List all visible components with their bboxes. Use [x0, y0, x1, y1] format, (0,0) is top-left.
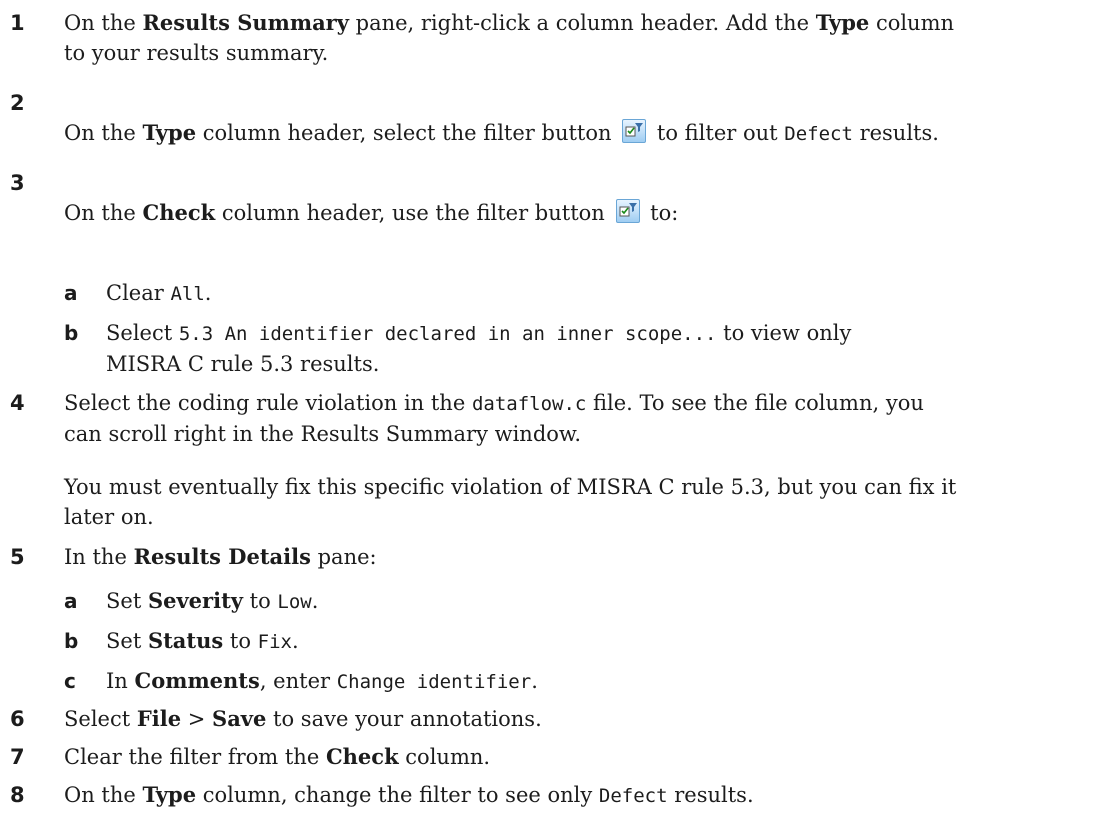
text: column header, use the filter button — [215, 201, 612, 225]
step-number: 2 — [10, 91, 25, 115]
text: Select the coding rule violation in the — [64, 391, 472, 415]
code-term: All — [170, 283, 205, 305]
bold-term: Check — [142, 200, 216, 225]
text: Clear the filter from the — [64, 745, 326, 769]
text: Select — [106, 321, 179, 345]
text: > — [181, 707, 213, 731]
substep-text: Set Status to Fix. — [106, 626, 1092, 657]
text: On the — [64, 783, 143, 807]
bold-term: Results Summary — [142, 10, 349, 35]
text: On the — [64, 11, 143, 35]
text: MISRA C rule 5.3 results. — [106, 352, 380, 376]
text: . — [531, 669, 538, 693]
text: to — [223, 629, 258, 653]
text: pane, right-click a column header. Add t… — [348, 11, 816, 35]
bold-term: Type — [815, 10, 870, 35]
filter-button-icon — [622, 119, 647, 143]
text: file. To see the file column, you — [586, 391, 924, 415]
text: On the — [64, 201, 143, 225]
step-number: 6 — [10, 707, 25, 731]
step-number: 5 — [10, 545, 25, 569]
bold-term: Save — [212, 706, 267, 731]
substep-letter: a — [64, 589, 78, 613]
step-text: In the Results Details pane: — [64, 542, 1092, 572]
substep-letter: b — [64, 629, 79, 653]
text: column. — [398, 745, 491, 769]
code-term: Low — [277, 591, 312, 613]
text: column — [869, 11, 955, 35]
text: to view only — [716, 321, 852, 345]
text: . — [204, 281, 212, 305]
step-note: You must eventually fix this specific vi… — [64, 472, 1092, 532]
step-text: On the Type column, change the filter to… — [64, 780, 1092, 811]
bold-term: Status — [147, 628, 224, 653]
step-number: 3 — [10, 171, 25, 195]
code-term: Defect — [598, 785, 668, 807]
text: In — [106, 669, 135, 693]
text: column header, select the filter button — [196, 121, 619, 145]
bold-term: Type — [142, 782, 197, 807]
bold-term: Type — [142, 120, 197, 145]
substep-text: Clear All. — [106, 278, 1092, 309]
substep-text: Select 5.3 An identifier declared in an … — [106, 318, 1092, 379]
bold-term: Severity — [147, 588, 243, 613]
text: Set — [106, 589, 148, 613]
code-term: Fix — [257, 631, 292, 653]
code-term: 5.3 An identifier declared in an inner s… — [178, 323, 717, 345]
text: results. — [667, 783, 754, 807]
text: to your results summary. — [64, 41, 329, 65]
code-term: Defect — [784, 123, 853, 145]
text: On the — [64, 121, 143, 145]
text: . — [291, 629, 299, 653]
bold-term: Comments — [134, 668, 260, 693]
substep-text: Set Severity to Low. — [106, 586, 1092, 617]
code-term: Change identifier — [336, 671, 532, 693]
text: You must eventually fix this specific vi… — [64, 475, 957, 499]
text: column, change the filter to see only — [196, 783, 599, 807]
step-text: On the Results Summary pane, right-click… — [64, 8, 1092, 68]
bold-term: Check — [325, 744, 399, 769]
filter-button-icon — [615, 199, 640, 223]
bold-term: File — [136, 706, 182, 731]
text: to: — [643, 201, 679, 225]
text: In the — [64, 545, 134, 569]
text: pane: — [310, 545, 377, 569]
substep-text: In Comments, enter Change identifier. — [106, 666, 1092, 697]
substep-letter: c — [64, 669, 76, 693]
step-number: 7 — [10, 745, 25, 769]
text: results. — [852, 121, 939, 145]
text: can scroll right in the Results Summary … — [64, 422, 582, 446]
step-text: On the Type column header, select the fi… — [64, 118, 1092, 149]
text: later on. — [64, 505, 154, 529]
text: Select — [64, 707, 137, 731]
step-text: Select File > Save to save your annotati… — [64, 704, 1092, 734]
step-number: 4 — [10, 391, 25, 415]
substep-letter: b — [64, 321, 79, 345]
text: to — [242, 589, 278, 613]
text: to save your annotations. — [266, 707, 542, 731]
step-text: On the Check column header, use the filt… — [64, 198, 1092, 228]
code-term: dataflow.c — [471, 393, 587, 415]
text: to filter out — [650, 121, 785, 145]
text: Set — [106, 629, 148, 653]
step-text: Clear the filter from the Check column. — [64, 742, 1092, 772]
substep-letter: a — [64, 281, 78, 305]
step-number: 8 — [10, 783, 25, 807]
text: , enter — [259, 669, 337, 693]
text: Clear — [106, 281, 171, 305]
step-number: 1 — [10, 11, 25, 35]
text: . — [311, 589, 319, 613]
bold-term: Results Details — [133, 544, 311, 569]
step-text: Select the coding rule violation in the … — [64, 388, 1092, 449]
